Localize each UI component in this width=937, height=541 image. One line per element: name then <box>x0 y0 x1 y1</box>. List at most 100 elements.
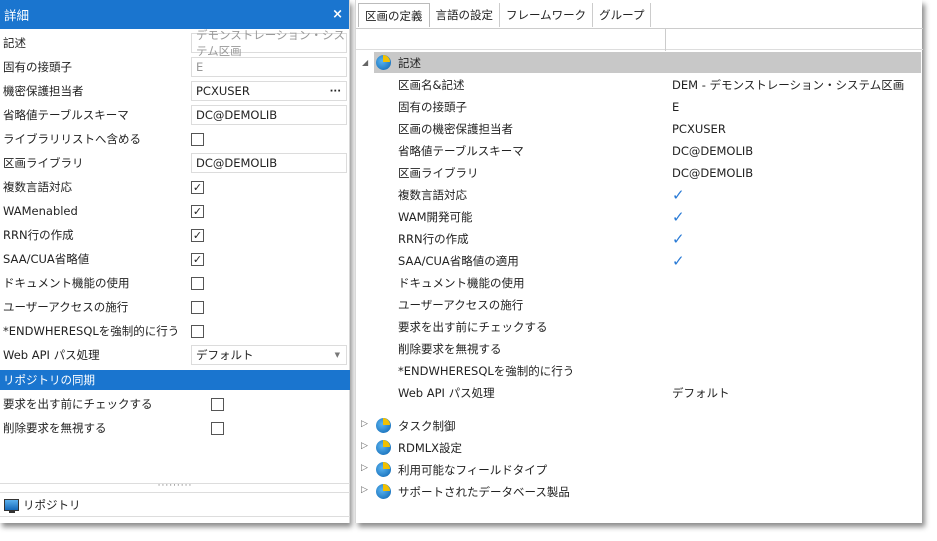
property-row[interactable]: 区画の機密保護担当者 PCXUSER <box>356 119 923 139</box>
expand-triangle-icon[interactable]: ▷ <box>361 441 368 451</box>
property-name: 要求を出す前にチェックする <box>398 320 548 334</box>
group-label: サポートされたデータベース製品 <box>398 485 570 499</box>
checkmark-icon: ✓ <box>672 186 685 204</box>
field-label: *ENDWHERESQLを強制的に行う <box>3 324 180 338</box>
expand-triangle-icon[interactable]: ▷ <box>361 485 368 495</box>
expand-triangle-icon[interactable]: ▷ <box>361 419 368 429</box>
property-row[interactable]: 区画ライブラリ DC@DEMOLIB <box>356 163 923 183</box>
property-name: 固有の接頭子 <box>398 100 467 114</box>
property-row[interactable]: 固有の接頭子 E <box>356 97 923 117</box>
group-row[interactable]: ▷ サポートされたデータベース製品 <box>356 481 923 502</box>
property-row[interactable]: 区画名&記述 DEM - デモンストレーション・システム区画 <box>356 75 923 95</box>
text-field[interactable]: デモンストレーション・システム区画 <box>191 28 347 58</box>
field-label: ドキュメント機能の使用 <box>3 276 130 290</box>
field-row: Web API パス処理 デフォルト ▼ <box>0 343 350 367</box>
checkmark-icon: ✓ <box>672 252 685 270</box>
checkbox[interactable] <box>191 300 204 314</box>
text-field[interactable]: DC@DEMOLIB <box>191 153 347 173</box>
repository-tab-label: リポジトリ <box>23 497 81 512</box>
field-value: DC@DEMOLIB <box>196 156 278 170</box>
property-name: 区画の機密保護担当者 <box>398 122 513 136</box>
field-row: *ENDWHERESQLを強制的に行う <box>0 319 350 343</box>
text-field[interactable]: DC@DEMOLIB <box>191 105 347 125</box>
checkbox[interactable] <box>211 397 224 411</box>
sync-label: 要求を出す前にチェックする <box>3 397 153 411</box>
close-icon[interactable]: × <box>332 7 349 22</box>
check-icon: ✓ <box>192 204 203 218</box>
details-title: 詳細 <box>4 8 30 23</box>
splitter-handle[interactable]: ········· <box>0 482 350 491</box>
checkbox[interactable]: ✓ <box>191 252 204 266</box>
checkbox[interactable]: ✓ <box>191 180 204 194</box>
check-icon: ✓ <box>192 252 203 266</box>
property-row[interactable]: ドキュメント機能の使用 <box>356 273 923 293</box>
text-field[interactable]: PCXUSER ··· <box>191 81 347 101</box>
field-label: 省略値テーブルスキーマ <box>3 108 129 122</box>
property-value: デフォルト <box>672 386 730 400</box>
group-row[interactable]: ▷ タスク制御 <box>356 415 923 436</box>
group-label: 記述 <box>398 56 421 70</box>
property-row[interactable]: SAA/CUA省略値の適用 ✓ <box>356 251 923 271</box>
column-divider[interactable] <box>665 29 666 51</box>
property-value: E <box>672 100 680 114</box>
property-name: 区画名&記述 <box>398 78 465 92</box>
checkbox[interactable]: ✓ <box>191 204 204 218</box>
field-row: WAMenabled ✓ <box>0 199 350 223</box>
field-value: DC@DEMOLIB <box>196 108 278 122</box>
property-row[interactable]: *ENDWHERESQLを強制的に行う <box>356 361 923 381</box>
property-row[interactable]: WAM開発可能 ✓ <box>356 207 923 227</box>
details-header: 詳細 × <box>0 0 349 29</box>
field-label: 固有の接頭子 <box>3 60 72 74</box>
group-row[interactable]: ▷ RDMLX設定 <box>356 437 923 458</box>
field-label: WAMenabled <box>3 204 78 218</box>
property-name: WAM開発可能 <box>398 210 473 224</box>
text-field[interactable]: E <box>191 57 347 77</box>
tab[interactable]: 区画の定義 <box>358 3 430 27</box>
field-row: 機密保護担当者 PCXUSER ··· <box>0 79 350 103</box>
property-row[interactable]: 複数言語対応 ✓ <box>356 185 923 205</box>
checkbox[interactable] <box>191 276 204 290</box>
property-name: Web API パス処理 <box>398 386 495 400</box>
group-label: RDMLX設定 <box>398 441 463 455</box>
field-row: SAA/CUA省略値 ✓ <box>0 247 350 271</box>
property-value: DC@DEMOLIB <box>672 166 754 180</box>
chevron-down-icon[interactable]: ▼ <box>335 351 340 359</box>
property-name: 削除要求を無視する <box>398 342 502 356</box>
select-field[interactable]: デフォルト ▼ <box>191 345 347 365</box>
property-row[interactable]: ユーザーアクセスの施行 <box>356 295 923 315</box>
property-name: 区画ライブラリ <box>398 166 479 180</box>
property-row[interactable]: 省略値テーブルスキーマ DC@DEMOLIB <box>356 141 923 161</box>
details-panel: 詳細 × 記述 デモンストレーション・システム区画 固有の接頭子 E 機密保護担当者 PC… <box>0 0 350 523</box>
tab[interactable]: グループ <box>593 3 652 27</box>
ellipsis-button[interactable]: ··· <box>330 86 341 97</box>
field-row: RRN行の作成 ✓ <box>0 223 350 247</box>
group-row[interactable]: ▷ 利用可能なフィールドタイプ <box>356 459 923 480</box>
checkmark-icon: ✓ <box>672 208 685 226</box>
property-row[interactable]: RRN行の作成 ✓ <box>356 229 923 249</box>
field-row: ユーザーアクセスの施行 <box>0 295 350 319</box>
globe-icon <box>376 484 391 499</box>
checkbox[interactable] <box>191 324 204 338</box>
expanded-triangle-icon[interactable]: ◢ <box>362 58 368 67</box>
property-value: DC@DEMOLIB <box>672 144 754 158</box>
property-row[interactable]: 削除要求を無視する <box>356 339 923 359</box>
field-row: 記述 デモンストレーション・システム区画 <box>0 28 350 58</box>
expand-triangle-icon[interactable]: ▷ <box>361 463 368 473</box>
checkbox[interactable]: ✓ <box>191 228 204 242</box>
globe-icon <box>376 440 391 455</box>
field-label: RRN行の作成 <box>3 228 74 242</box>
property-name: SAA/CUA省略値の適用 <box>398 254 519 268</box>
checkbox[interactable] <box>191 132 204 146</box>
repository-tab[interactable]: リポジトリ <box>0 492 350 517</box>
property-name: 複数言語対応 <box>398 188 467 202</box>
property-row[interactable]: 要求を出す前にチェックする <box>356 317 923 337</box>
field-value: PCXUSER <box>196 84 250 98</box>
tab[interactable]: フレームワーク <box>500 3 594 27</box>
field-label: 記述 <box>3 36 26 50</box>
group-row-description[interactable] <box>374 52 921 73</box>
checkbox[interactable] <box>211 421 224 435</box>
property-row[interactable]: Web API パス処理 デフォルト <box>356 383 923 403</box>
tab[interactable]: 言語の設定 <box>430 3 500 27</box>
field-label: SAA/CUA省略値 <box>3 252 90 266</box>
check-icon: ✓ <box>192 228 203 242</box>
